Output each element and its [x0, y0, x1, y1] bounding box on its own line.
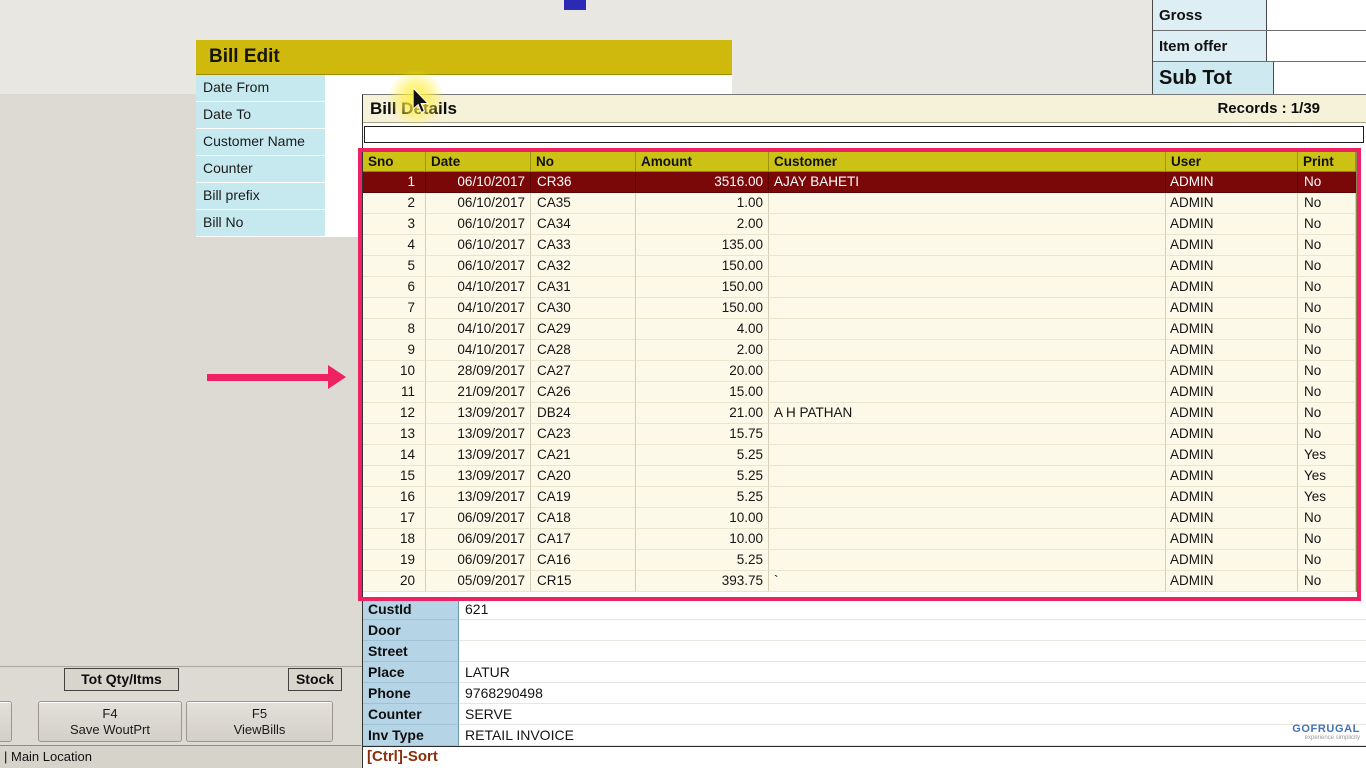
phone-value: 9768290498 [459, 683, 1366, 704]
totals-row-item-offer: Item offer [1153, 31, 1366, 62]
search-input[interactable] [364, 126, 1364, 143]
detail-row-street: Street [363, 641, 1366, 662]
customer-name-label: Customer Name [196, 129, 327, 156]
bill-no-label: Bill No [196, 210, 327, 237]
gross-label: Gross [1153, 0, 1266, 30]
custid-value: 621 [459, 599, 1366, 620]
f4-key-label: F4 [39, 706, 181, 721]
phone-label: Phone [363, 683, 459, 704]
status-bar: | Main Location [0, 745, 361, 768]
date-from-label: Date From [196, 75, 327, 102]
logo-brand-text: GOFRUGAL [1284, 724, 1360, 735]
gross-value [1266, 0, 1366, 30]
f4-save-woutprt-button[interactable]: F4 Save WoutPrt [38, 701, 182, 742]
bottom-panel: Tot Qty/Itms Stock F4 Save WoutPrt F5 Vi… [0, 666, 362, 768]
top-blue-marker [564, 0, 586, 10]
mouse-cursor-icon [413, 88, 429, 113]
detail-row-inv-type: Inv Type RETAIL INVOICE [363, 725, 1366, 746]
bill-edit-title: Bill Edit [196, 40, 732, 75]
bill-prefix-label: Bill prefix [196, 183, 327, 210]
detail-row-custid: CustId 621 [363, 599, 1366, 620]
arrow-shaft [207, 374, 329, 381]
door-value [459, 620, 1366, 641]
status-location-text: | Main Location [4, 749, 92, 764]
inv-type-label: Inv Type [363, 725, 459, 746]
logo-tagline-text: experience simplicity [1284, 735, 1360, 742]
records-counter: Records : 1/39 [1217, 100, 1320, 117]
inv-type-value: RETAIL INVOICE [459, 725, 1366, 746]
gofrugal-logo: GOFRUGAL experience simplicity [1284, 724, 1360, 742]
detail-row-counter: Counter SERVE [363, 704, 1366, 725]
stock-button[interactable]: Stock [288, 668, 342, 691]
custid-label: CustId [363, 599, 459, 620]
totals-row-sub-tot: Sub Tot [1153, 62, 1366, 94]
app-window: Gross Item offer Sub Tot Bill Edit Date … [0, 0, 1366, 768]
f5-key-label: F5 [187, 706, 332, 721]
date-to-label: Date To [196, 102, 327, 129]
counter-label: Counter [196, 156, 327, 183]
highlight-arrow-icon [207, 365, 347, 389]
street-label: Street [363, 641, 459, 662]
counter-detail-label: Counter [363, 704, 459, 725]
door-label: Door [363, 620, 459, 641]
tot-qty-itms-button[interactable]: Tot Qty/Itms [64, 668, 179, 691]
arrow-head [328, 365, 346, 389]
item-offer-label: Item offer [1153, 31, 1266, 61]
highlight-box [358, 148, 1361, 601]
f5-viewbills-button[interactable]: F5 ViewBills [186, 701, 333, 742]
detail-row-phone: Phone 9768290498 [363, 683, 1366, 704]
customer-details: CustId 621 Door Street Place LATUR Phone… [363, 599, 1366, 746]
sub-tot-label: Sub Tot [1153, 62, 1273, 94]
street-value [459, 641, 1366, 662]
f5-action-label: ViewBills [187, 722, 332, 737]
sort-hint-bar: [Ctrl]-Sort [363, 746, 1366, 768]
sub-tot-value [1273, 62, 1366, 94]
totals-panel: Gross Item offer Sub Tot [1152, 0, 1366, 94]
sort-hint-text: [Ctrl]-Sort [367, 748, 438, 765]
bill-details-titlebar: Bill Details Records : 1/39 [363, 95, 1366, 123]
place-label: Place [363, 662, 459, 683]
place-value: LATUR [459, 662, 1366, 683]
detail-row-door: Door [363, 620, 1366, 641]
detail-row-place: Place LATUR [363, 662, 1366, 683]
totals-row-gross: Gross [1153, 0, 1366, 31]
counter-detail-value: SERVE [459, 704, 1366, 725]
item-offer-value [1266, 31, 1366, 61]
f4-action-label: Save WoutPrt [39, 722, 181, 737]
partial-fkey-button[interactable] [0, 701, 12, 742]
